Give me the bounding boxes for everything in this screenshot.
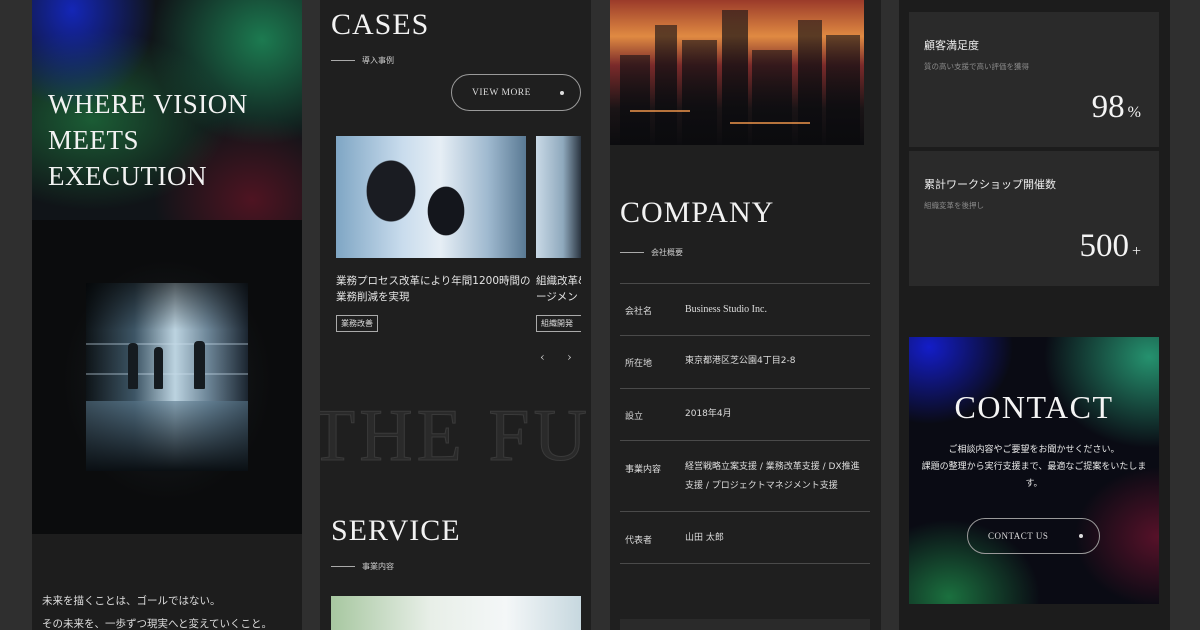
hero-title-line: EXECUTION bbox=[48, 161, 207, 191]
next-section-card bbox=[620, 619, 870, 630]
case-title[interactable]: 組織改革& ージメン bbox=[536, 273, 581, 305]
company-row-value: 山田 太郎 bbox=[685, 533, 724, 543]
stat-description: 組織変革を後押し bbox=[924, 201, 984, 210]
case-title-line: 業務プロセス改革により年間1200時間の bbox=[336, 275, 531, 287]
case-title-line: 業務削減を実現 bbox=[336, 291, 410, 303]
dot-icon bbox=[560, 90, 564, 95]
case-tag: 業務改善 bbox=[336, 315, 378, 332]
cases-title: CASES bbox=[331, 8, 430, 41]
company-row-key: 代表者 bbox=[625, 536, 653, 546]
stat-number-value: 98 bbox=[1091, 89, 1125, 125]
case-image[interactable] bbox=[336, 136, 526, 258]
company-row: 所在地 東京都港区芝公園4丁目2-8 bbox=[620, 335, 870, 388]
company-row-value: 経営戦略立案支援 / 業務改革支援 / DX推進 支援 / プロジェクトマネジメ… bbox=[685, 458, 860, 496]
cases-panel: CASES 導入事例 VIEW MORE 業務プロセス改革により年間1200時間… bbox=[320, 0, 591, 630]
company-title: COMPANY bbox=[620, 196, 775, 229]
stat-unit: % bbox=[1127, 104, 1141, 121]
case-title[interactable]: 業務プロセス改革により年間1200時間の 業務削減を実現 bbox=[336, 273, 531, 305]
company-row: 事業内容 経営戦略立案支援 / 業務改革支援 / DX推進 支援 / プロジェク… bbox=[620, 440, 870, 511]
case-title-line: 組織改革& bbox=[536, 275, 581, 287]
contact-description-line: す。 bbox=[1025, 479, 1043, 489]
prev-arrow-icon[interactable]: ‹ bbox=[540, 350, 545, 364]
company-row-value: 2018年4月 bbox=[685, 409, 732, 419]
contact-us-button[interactable]: CONTACT US bbox=[967, 518, 1100, 554]
watermark-text: THE FUT bbox=[320, 395, 591, 478]
city-photo bbox=[610, 0, 864, 145]
case-tag: 組織開発 bbox=[536, 315, 581, 332]
stat-unit: + bbox=[1131, 243, 1141, 260]
service-image bbox=[331, 596, 581, 630]
company-row-value: Business Studio Inc. bbox=[685, 304, 767, 315]
company-subtitle: 会社概要 bbox=[620, 247, 683, 258]
contact-title: CONTACT bbox=[954, 389, 1114, 425]
company-row: 会社名 Business Studio Inc. bbox=[620, 283, 870, 335]
dot-icon bbox=[1079, 534, 1083, 538]
stat-description: 質の高い支援で高い評価を獲得 bbox=[924, 62, 1029, 71]
intro-line: 未来を描くことは、ゴールではない。 bbox=[42, 595, 221, 607]
contact-description-line: 課題の整理から実行支援まで、最適なご提案をいたしま bbox=[921, 462, 1147, 472]
stats-contact-panel: 顧客満足度 質の高い支援で高い評価を獲得 98% 累計ワークショップ開催数 組織… bbox=[899, 0, 1170, 630]
stat-number: 500 + bbox=[1079, 228, 1141, 265]
hero-photo-area bbox=[32, 220, 302, 534]
service-subtitle: 事業内容 bbox=[331, 561, 394, 572]
hero-title-line: MEETS bbox=[48, 125, 140, 155]
stat-number-value: 500 bbox=[1079, 228, 1129, 264]
intro-line: その未来を、一歩ずつ現実へと変えていくこと。 bbox=[42, 618, 272, 630]
company-row-value-line: 経営戦略立案支援 / 業務改革支援 / DX推進 bbox=[685, 462, 860, 472]
contact-us-label: CONTACT US bbox=[988, 531, 1049, 541]
contact-card: CONTACT ご相談内容やご要望をお聞かせください。 課題の整理から実行支援ま… bbox=[909, 337, 1159, 604]
company-row-key: 設立 bbox=[625, 412, 644, 422]
case-title-line: ージメン bbox=[536, 291, 578, 303]
service-title: SERVICE bbox=[331, 514, 461, 547]
company-row-key: 事業内容 bbox=[625, 465, 662, 475]
hero-photo bbox=[86, 283, 248, 471]
view-more-label: VIEW MORE bbox=[472, 87, 531, 98]
stat-card: 累計ワークショップ開催数 組織変革を後押し 500 + bbox=[909, 151, 1159, 286]
intro-text: 未来を描くことは、ゴールではない。 その未来を、一歩ずつ現実へと変えていくこと。 bbox=[42, 590, 272, 630]
hero-title: WHERE VISION MEETS EXECUTION bbox=[48, 86, 248, 194]
stat-title: 顧客満足度 bbox=[924, 39, 979, 52]
view-more-button[interactable]: VIEW MORE bbox=[451, 74, 581, 111]
contact-description: ご相談内容やご要望をお聞かせください。 課題の整理から実行支援まで、最適なご提案… bbox=[909, 442, 1159, 493]
hero-panel: WHERE VISION MEETS EXECUTION 未来を描くことは、ゴー… bbox=[32, 0, 302, 630]
next-arrow-icon[interactable]: › bbox=[567, 350, 572, 364]
company-row-key: 会社名 bbox=[625, 307, 653, 317]
case-image[interactable] bbox=[536, 136, 581, 258]
contact-description-line: ご相談内容やご要望をお聞かせください。 bbox=[948, 445, 1120, 455]
stat-title: 累計ワークショップ開催数 bbox=[924, 178, 1056, 191]
company-row-value: 東京都港区芝公園4丁目2-8 bbox=[685, 356, 796, 366]
company-panel: COMPANY 会社概要 会社名 Business Studio Inc. 所在… bbox=[610, 0, 881, 630]
stat-number: 98% bbox=[1092, 89, 1141, 126]
company-row-key: 所在地 bbox=[625, 359, 653, 369]
cases-subtitle: 導入事例 bbox=[331, 55, 394, 66]
stat-card: 顧客満足度 質の高い支援で高い評価を獲得 98% bbox=[909, 12, 1159, 147]
hero-title-line: WHERE VISION bbox=[48, 89, 248, 119]
company-row-value-line: 支援 / プロジェクトマネジメント支援 bbox=[685, 481, 838, 491]
company-row: 設立 2018年4月 bbox=[620, 388, 870, 440]
company-row: 代表者 山田 太郎 bbox=[620, 511, 870, 564]
